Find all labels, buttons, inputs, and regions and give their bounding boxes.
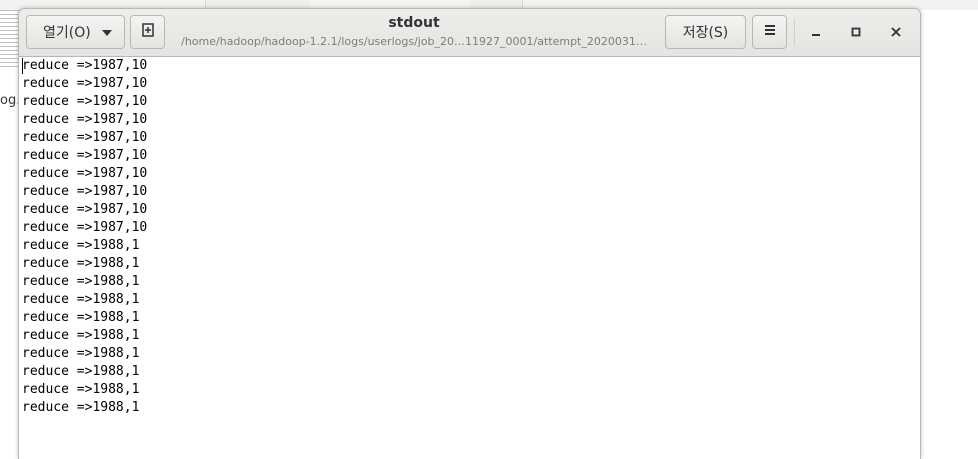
- editor-line: reduce =>1987,10: [22, 148, 148, 163]
- minimize-button[interactable]: [802, 19, 830, 46]
- header-separator: [794, 19, 795, 46]
- save-button-label: 저장(S): [682, 25, 729, 41]
- file-path-subtitle: /home/hadoop/hadoop-1.2.1/logs/userlogs/…: [181, 35, 647, 48]
- editor-line: reduce =>1988,1: [22, 400, 140, 415]
- save-button[interactable]: 저장(S): [665, 15, 746, 49]
- editor-line: reduce =>1987,10: [22, 94, 148, 109]
- text-editor-window: 열기(O) stdout /home/hadoop/hadoop-1.2.1/l…: [18, 8, 921, 459]
- new-tab-button[interactable]: [130, 15, 165, 49]
- editor-line: reduce =>1987,10: [22, 220, 148, 235]
- editor-line: reduce =>1987,10: [22, 166, 148, 181]
- open-button[interactable]: 열기(O): [26, 15, 125, 49]
- editor-line: reduce =>1988,1: [22, 346, 140, 361]
- editor-line: reduce =>1988,1: [22, 256, 140, 271]
- editor-line: reduce =>1987,10: [22, 130, 148, 145]
- close-icon: [890, 23, 902, 42]
- editor-line: reduce =>1988,1: [22, 238, 140, 253]
- new-document-icon: [140, 22, 156, 42]
- background-document-thumbnail: [0, 10, 20, 70]
- chevron-down-icon: [102, 30, 112, 36]
- close-button[interactable]: [882, 19, 910, 46]
- editor-line: reduce =>1987,10: [22, 112, 148, 127]
- editor-line: reduce =>1988,1: [22, 310, 140, 325]
- editor-line: reduce =>1987,10: [22, 76, 148, 91]
- header-bar: 열기(O) stdout /home/hadoop/hadoop-1.2.1/l…: [19, 9, 920, 57]
- text-editor-area[interactable]: reduce =>1987,10 reduce =>1987,10 reduce…: [19, 57, 920, 459]
- maximize-button[interactable]: [842, 19, 870, 46]
- editor-line: reduce =>1988,1: [22, 364, 140, 379]
- editor-line: reduce =>1987,10: [22, 184, 148, 199]
- editor-line: reduce =>1988,1: [22, 328, 140, 343]
- editor-line: reduce =>1988,1: [22, 274, 140, 289]
- open-button-label: 열기(O): [43, 25, 91, 41]
- window-title: stdout: [388, 15, 440, 31]
- editor-line: reduce =>1987,10: [22, 58, 148, 73]
- minimize-icon: [810, 23, 822, 42]
- editor-line: reduce =>1988,1: [22, 382, 140, 397]
- editor-line: reduce =>1987,10: [22, 202, 148, 217]
- menu-button[interactable]: [752, 15, 787, 49]
- hamburger-menu-icon: [763, 24, 777, 40]
- editor-line: reduce =>1988,1: [22, 292, 140, 307]
- maximize-icon: [850, 23, 862, 42]
